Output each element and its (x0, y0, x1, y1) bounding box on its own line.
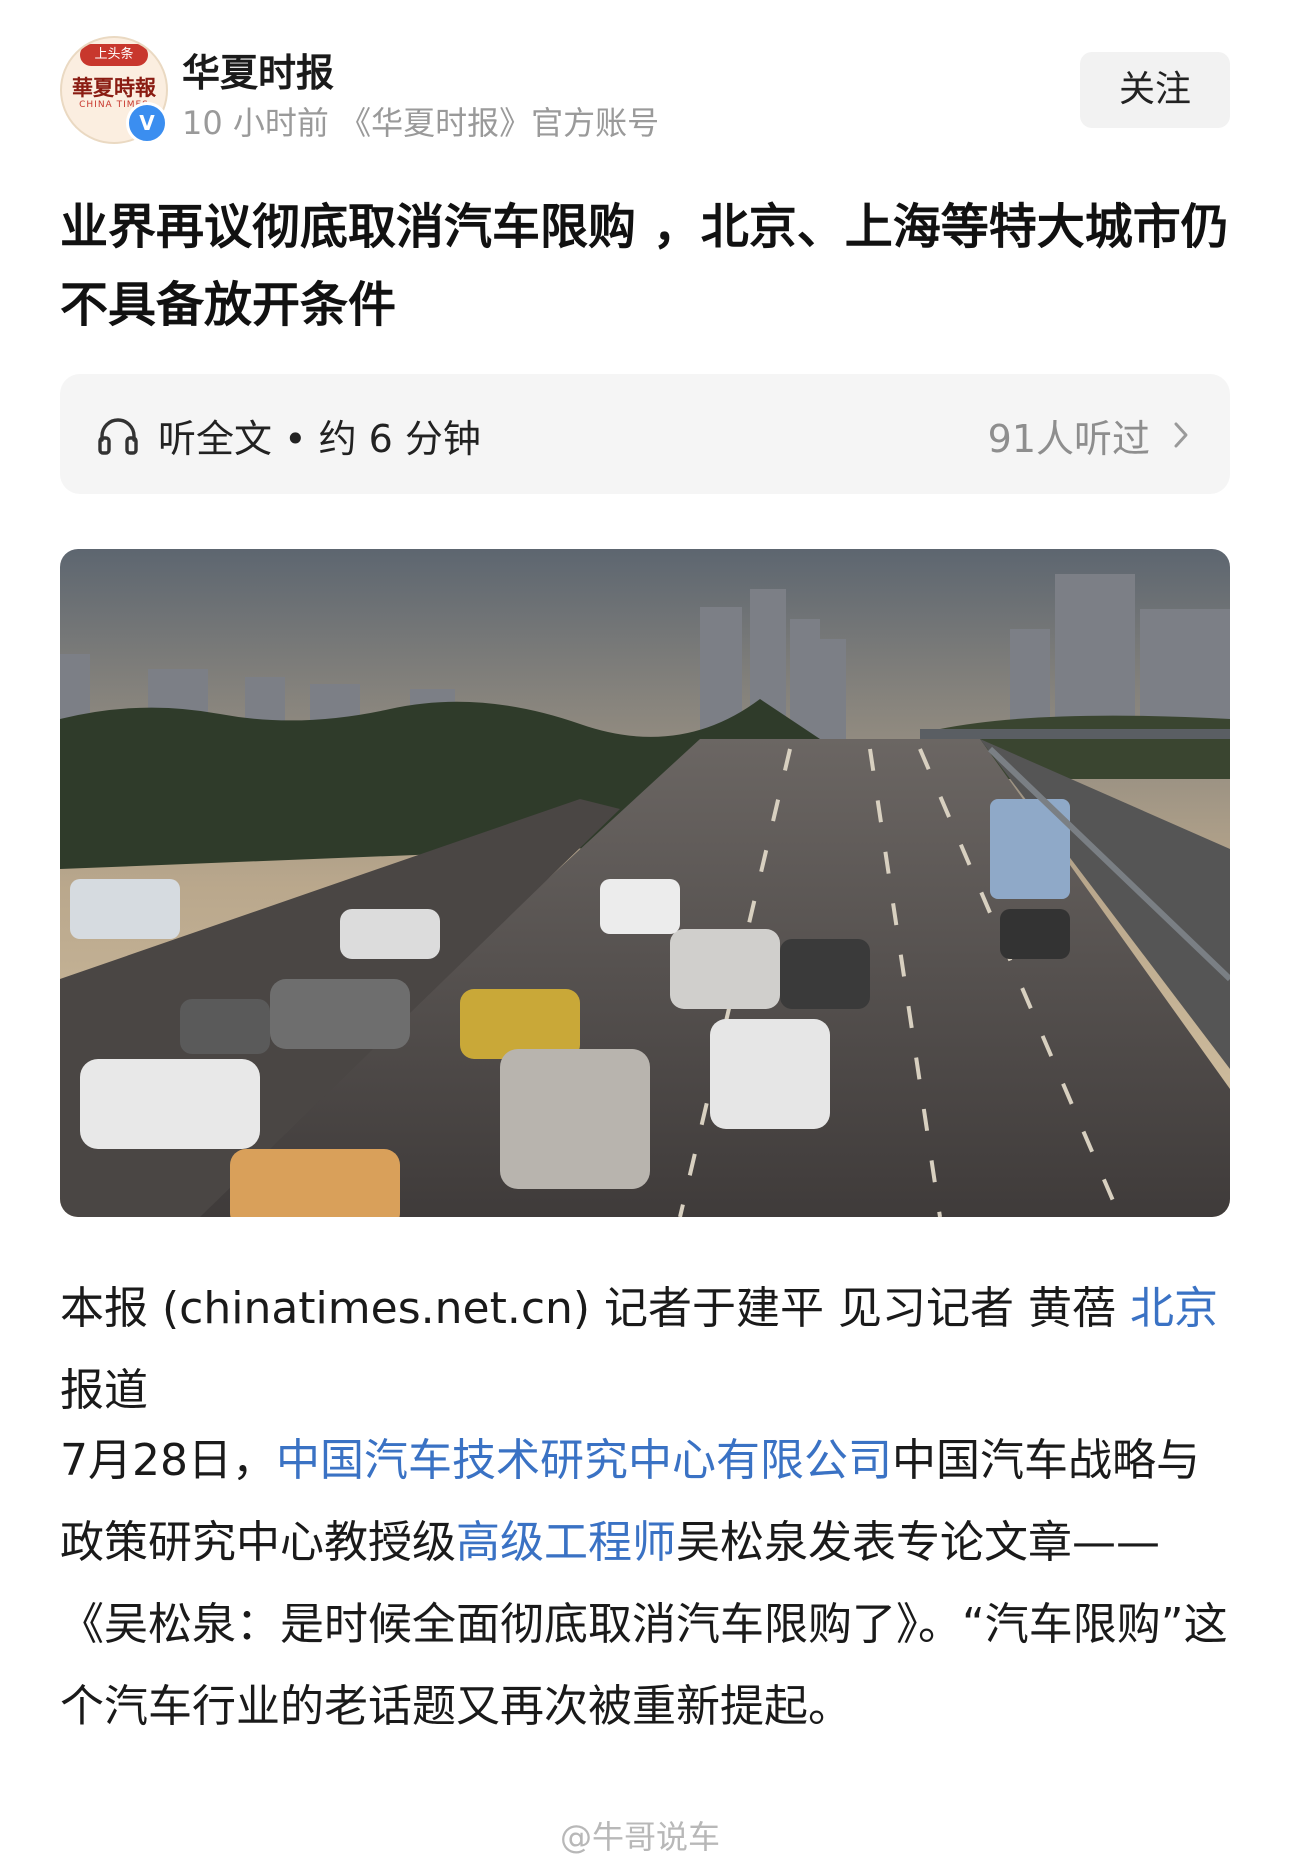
title-link[interactable]: 高级工程师 (456, 1517, 676, 1568)
listen-full-text-bar[interactable]: 听全文 • 约 6 分钟 91人听过 (60, 374, 1230, 494)
account-meta: 10 小时前 《华夏时报》官方账号 (182, 104, 660, 142)
listen-label: 听全文 • 约 6 分钟 (158, 417, 481, 461)
article-title: 业界再议彻底取消汽车限购 ，北京、上海等特大城市仍不具备放开条件 (60, 199, 1229, 333)
company-link[interactable]: 中国汽车技术研究中心有限公司 (276, 1435, 892, 1486)
avatar-logo-text: 華夏時報 (72, 75, 156, 100)
chevron-right-icon (1174, 422, 1188, 448)
follow-button[interactable]: 关注 (1080, 52, 1230, 128)
watermark: @牛哥说车 (560, 1818, 721, 1856)
location-link[interactable]: 北京 (1130, 1283, 1218, 1334)
account-header: 上头条 華夏時報 CHINA TIMES V 华夏时报 10 小时前 《华夏时报… (60, 36, 1230, 144)
article-paragraph: 7月28日，中国汽车技术研究中心有限公司中国汽车战略与政策研究中心教授级高级工程… (60, 1420, 1240, 1748)
avatar-ribbon: 上头条 (80, 44, 148, 66)
byline-text: 本报 (chinatimes.net.cn) 记者于建平 见习记者 黄蓓 (60, 1283, 1131, 1334)
listen-count: 91人听过 (987, 417, 1150, 461)
article-image[interactable] (60, 549, 1230, 1217)
highway-traffic-photo-icon (60, 549, 1230, 1217)
headphone-icon (98, 418, 138, 455)
account-name[interactable]: 华夏时报 (182, 42, 334, 97)
byline: 本报 (chinatimes.net.cn) 记者于建平 见习记者 黄蓓 北京报… (60, 1268, 1240, 1432)
paragraph-text-1: 7月28日， (60, 1435, 276, 1486)
byline-suffix: 报道 (60, 1365, 148, 1416)
verified-badge-icon: V (126, 102, 168, 144)
